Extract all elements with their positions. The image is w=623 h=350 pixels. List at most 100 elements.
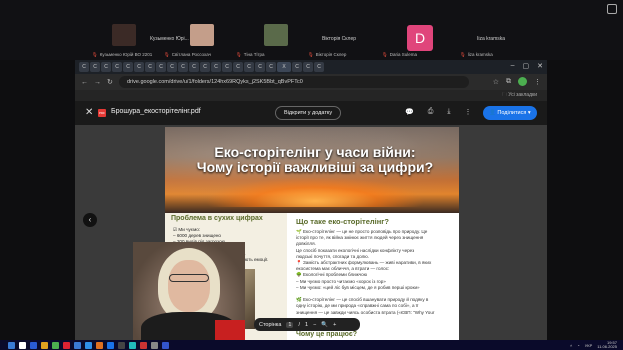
taskbar-app-icon[interactable] [41,341,48,349]
right-text-line: одну історію, де ми природа «справжні са… [296,303,419,309]
mic-muted-icon: 🎙 [92,52,98,57]
zoom-out-icon[interactable]: − [313,322,316,328]
taskbar-app-icon[interactable] [107,341,114,349]
mic-muted-icon: 🎙 [460,52,466,57]
browser-tab[interactable]: C [314,62,324,72]
browser-tab[interactable]: C [112,62,122,72]
browser-tab[interactable]: C [211,62,221,72]
browser-tab[interactable]: X [277,62,291,72]
participant-tile[interactable]: 🎙 Тіна Тітра [232,16,302,57]
taskbar-app-icon[interactable] [52,341,59,349]
clock[interactable]: 19:57 11.06.2025 [597,341,617,349]
browser-tab[interactable]: C [101,62,111,72]
page-controls: Сторінка 1 / 1 − 🔍 + [254,318,360,331]
bookmark-star-icon[interactable]: ☆ [493,78,499,86]
right-text-line: 📍 Замість абстрактних формулювань — живі… [296,260,432,265]
participant-tile[interactable]: Iiza kramska 🎙 liza kramska [456,16,526,57]
url-field[interactable]: drive.google.com/drive/u/1/folders/124hx… [119,76,469,88]
right-text-line: – Ми чуємо просто читаємо «хорох із гор» [296,278,386,284]
back-icon[interactable]: ← [81,79,88,86]
maximize-icon[interactable]: ▢ [523,62,530,70]
browser-tab[interactable]: C [292,62,302,72]
participant-name: 🎙 Вікторія Склер [308,52,347,57]
clock-date: 11.06.2025 [597,344,617,349]
open-with-button[interactable]: Відкрити у додатку [275,106,342,120]
window-controls: – ▢ ✕ [511,62,543,70]
add-comment-icon[interactable]: 💬 [405,108,414,116]
participant-video [190,24,214,46]
zoom-icon[interactable]: 🔍 [321,322,328,328]
participants-strip: 🎙 Кузьменко Юрій ВО 2201 Кузьменко Юрі...… [0,0,623,60]
print-icon[interactable]: ⎙ [428,108,434,116]
browser-tab[interactable]: C [145,62,155,72]
participant-name-top: Вікторія Склер [321,36,357,42]
taskbar-app-icon[interactable] [118,341,125,349]
taskbar-app-icon[interactable] [85,341,92,349]
participant-name: 🎙 Світлана Россохач [164,52,211,57]
taskbar-app-icon[interactable] [151,341,158,349]
browser-tab[interactable]: C [266,62,276,72]
extensions-icon[interactable]: ⧉ [506,78,511,86]
taskbar-app-icon[interactable] [74,341,81,349]
share-button[interactable]: 👤 Поділитися ▾ [483,106,537,120]
participant-name: 🎙 Тіна Тітра [236,52,265,57]
right-text-line: історії про те, як війна змінює життя лю… [296,235,424,241]
participant-tile[interactable]: 🎙 Daria Sulema [378,16,448,57]
participant-video [264,24,288,46]
browser-tab[interactable]: C [123,62,133,72]
taskbar-app-icon[interactable] [129,341,136,349]
browser-tab[interactable]: C [255,62,265,72]
taskbar-app-icon[interactable] [8,341,15,349]
mic-muted-icon: 🎙 [164,52,170,57]
os-taskbar: ˄ ◔ УКР 19:57 11.06.2025 [0,340,623,350]
right-text-line: – Ми чуємо: «цей ліс був місцем, де я ро… [296,284,420,290]
participant-video [112,24,136,46]
zoom-in-icon[interactable]: + [333,322,336,328]
expand-icon[interactable] [607,4,617,14]
right-text-line: 🌿 Еко-сторітелінг — це спосіб вшанувати … [296,297,429,303]
browser-tab[interactable]: C [79,62,89,72]
page-number-input[interactable]: 1 [286,321,294,328]
reload-icon[interactable]: ↻ [107,78,113,86]
participant-name: 🎙 liza kramska [460,52,493,57]
left-text-line: – 6000 дерев знищено [173,233,221,238]
taskbar-app-icon[interactable] [162,341,169,349]
browser-tab[interactable]: C [167,62,177,72]
browser-tab[interactable]: C [233,62,243,72]
menu-icon[interactable]: ⋮ [534,78,541,86]
address-bar-actions: ☆ ⧉ ⋮ [493,77,541,86]
all-bookmarks-link[interactable]: Усі закладки [508,92,537,98]
browser-tab[interactable]: C [156,62,166,72]
close-icon[interactable]: ✕ [537,62,543,70]
participant-tile[interactable]: Кузьменко Юрі... 🎙 Світлана Россохач [150,16,230,57]
taskbar-app-icon[interactable] [63,341,70,349]
browser-tab[interactable]: C [222,62,232,72]
taskbar-app-icon[interactable] [30,341,37,349]
presenter-webcam [133,242,245,350]
forward-icon[interactable]: → [94,79,101,86]
browser-tab[interactable]: C [189,62,199,72]
mic-muted-icon: 🎙 [308,52,314,57]
minimize-icon[interactable]: – [511,62,515,70]
participant-tile[interactable]: 🎙 Кузьменко Юрій ВО 2201 [88,16,158,57]
browser-tab[interactable]: C [134,62,144,72]
file-name: Брошура_екосторітелінг.pdf [111,108,201,115]
taskbar-app-icon[interactable] [96,341,103,349]
wifi-icon[interactable]: ◔ [577,343,579,348]
more-options-icon[interactable]: ⋮ [464,108,471,116]
browser-tab[interactable]: C [90,62,100,72]
participant-name: 🎙 Кузьменко Юрій ВО 2201 [92,52,153,57]
participant-tile[interactable]: Вікторія Склер 🎙 Вікторія Склер [304,16,374,57]
taskbar-app-icon[interactable] [140,341,147,349]
browser-tab[interactable]: C [244,62,254,72]
profile-avatar[interactable] [518,77,527,86]
chevron-up-icon[interactable]: ˄ [570,343,572,348]
close-viewer-icon[interactable]: ✕ [85,107,93,118]
download-icon[interactable]: ⤓ [447,108,450,116]
taskbar-app-icon[interactable] [19,341,26,349]
browser-tab[interactable]: C [303,62,313,72]
browser-tab[interactable]: C [178,62,188,72]
previous-file-icon[interactable]: ‹ [83,213,97,227]
language-indicator[interactable]: УКР [585,343,593,348]
browser-tab[interactable]: C [200,62,210,72]
